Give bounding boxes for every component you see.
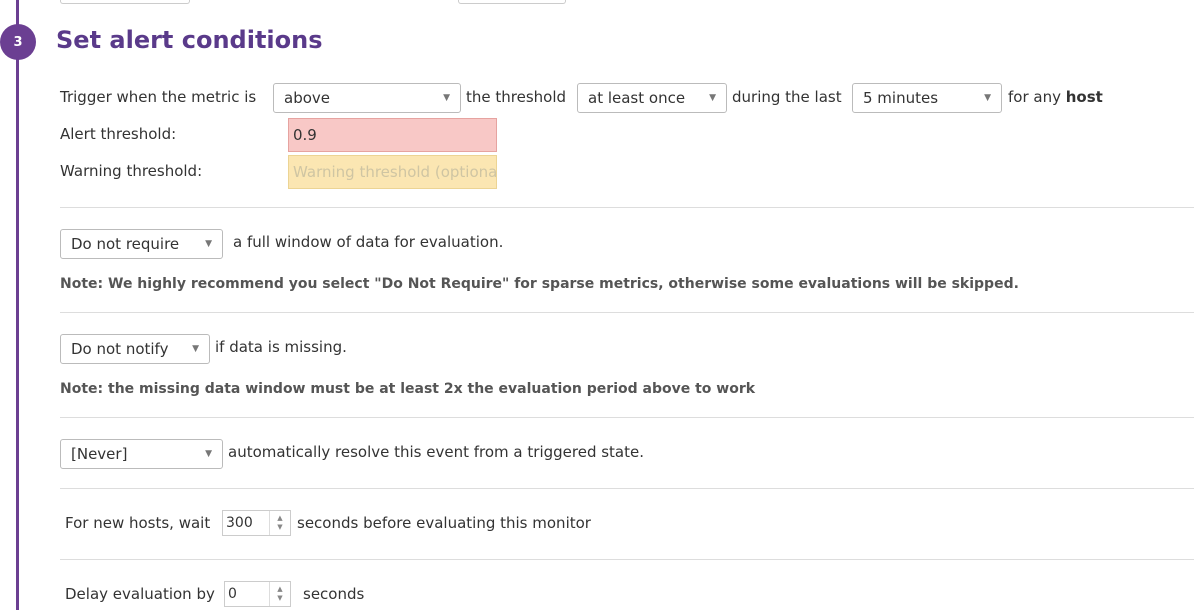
spinner-arrows-icon[interactable]: ▲ ▼	[269, 582, 290, 606]
previous-section-field	[458, 0, 566, 4]
caret-down-icon: ▼	[205, 449, 212, 459]
comparator-select[interactable]: above ▼	[273, 83, 461, 113]
missing-data-note: Note: the missing data window must be at…	[60, 381, 756, 397]
auto-resolve-text: automatically resolve this event from a …	[228, 443, 645, 461]
missing-data-value: Do not notify	[71, 340, 169, 358]
full-window-select[interactable]: Do not require ▼	[60, 229, 223, 259]
full-window-value: Do not require	[71, 235, 180, 253]
caret-down-icon: ▼	[205, 239, 212, 249]
spinner-arrows-icon[interactable]: ▲ ▼	[269, 511, 290, 535]
new-hosts-delay-value: 300	[226, 515, 253, 531]
trigger-prefix-label: Trigger when the metric is	[60, 88, 257, 106]
auto-resolve-select[interactable]: [Never] ▼	[60, 439, 223, 469]
auto-resolve-value: [Never]	[71, 445, 128, 463]
divider	[60, 312, 1194, 313]
section-title: Set alert conditions	[56, 26, 323, 54]
caret-down-icon: ▼	[709, 93, 716, 103]
caret-down-icon: ▼	[984, 93, 991, 103]
step-number-badge: 3	[0, 24, 36, 60]
delay-evaluation-stepper[interactable]: 0 ▲ ▼	[224, 581, 291, 607]
comparator-value: above	[284, 89, 330, 107]
delay-evaluation-value: 0	[228, 586, 237, 602]
window-value: 5 minutes	[863, 89, 939, 107]
divider	[60, 488, 1194, 489]
for-any-text: for any	[1008, 88, 1061, 106]
full-window-text: a full window of data for evaluation.	[233, 233, 504, 251]
full-window-note: Note: We highly recommend you select "Do…	[60, 276, 1019, 292]
new-hosts-delay-stepper[interactable]: 300 ▲ ▼	[222, 510, 291, 536]
group-name: host	[1065, 88, 1103, 106]
new-hosts-prefix: For new hosts, wait	[65, 514, 211, 532]
alert-threshold-label: Alert threshold:	[60, 125, 177, 143]
group-label: for any host	[1008, 86, 1103, 108]
divider	[60, 417, 1194, 418]
warning-threshold-input[interactable]: Warning threshold (optiona	[288, 155, 497, 189]
missing-data-text: if data is missing.	[215, 338, 347, 356]
previous-section-field	[60, 0, 190, 4]
threshold-label: the threshold	[466, 88, 567, 106]
frequency-value: at least once	[588, 89, 686, 107]
delay-prefix: Delay evaluation by	[65, 585, 215, 603]
alert-threshold-input[interactable]: 0.9	[288, 118, 497, 152]
missing-data-select[interactable]: Do not notify ▼	[60, 334, 210, 364]
step-rail	[16, 0, 19, 610]
frequency-select[interactable]: at least once ▼	[577, 83, 727, 113]
caret-down-icon: ▼	[192, 344, 199, 354]
new-hosts-suffix: seconds before evaluating this monitor	[297, 514, 591, 532]
during-label: during the last	[732, 88, 842, 106]
caret-down-icon: ▼	[443, 93, 450, 103]
divider	[60, 559, 1194, 560]
delay-suffix: seconds	[303, 585, 365, 603]
warning-threshold-label: Warning threshold:	[60, 162, 203, 180]
divider	[60, 207, 1194, 208]
window-select[interactable]: 5 minutes ▼	[852, 83, 1002, 113]
